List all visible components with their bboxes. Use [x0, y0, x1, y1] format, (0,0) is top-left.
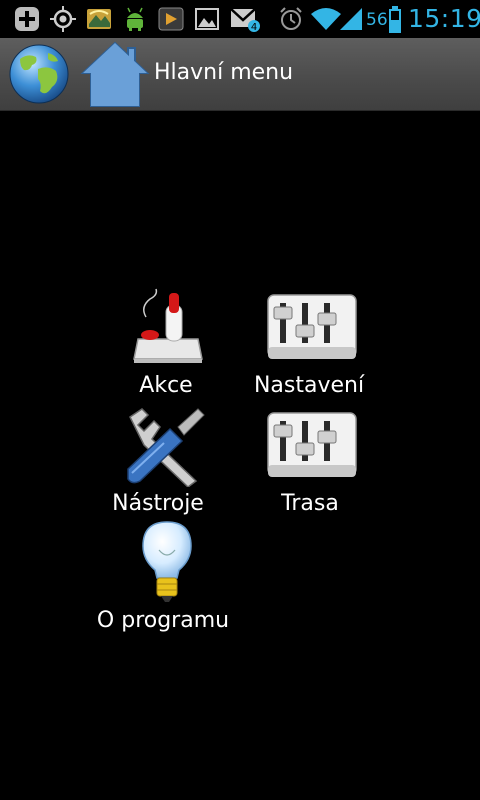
add-icon [14, 6, 40, 32]
gmail-badge: 4 [251, 22, 257, 33]
menu-label: O programu [96, 608, 230, 633]
menu-item-o-programu[interactable]: O programu [95, 518, 235, 638]
menu-item-nastaveni[interactable]: Nastavení [252, 285, 367, 400]
alarm-icon [278, 6, 304, 32]
mixer-icon [266, 409, 358, 485]
globe-icon[interactable] [8, 43, 70, 105]
app-icon [86, 6, 112, 32]
joystick-icon [128, 287, 208, 371]
home-icon[interactable] [80, 40, 150, 108]
gps-icon [50, 6, 76, 32]
mixer-icon [266, 291, 358, 367]
android-icon [122, 6, 148, 32]
menu-item-akce[interactable]: Akce [110, 285, 225, 400]
battery-percent: 56 [366, 10, 388, 30]
menu-item-trasa[interactable]: Trasa [252, 405, 367, 516]
menu-label: Akce [139, 373, 193, 398]
menu-label: Nastavení [253, 373, 365, 398]
signal-icon [338, 6, 364, 32]
menu-item-nastroje[interactable]: Nástroje [110, 405, 225, 516]
battery-icon [388, 6, 402, 33]
tools-icon [124, 407, 208, 491]
status-bar: 4 56 15:19 [0, 0, 480, 38]
gallery-icon [194, 6, 220, 32]
menu-label: Trasa [281, 491, 339, 516]
menu-label: Nástroje [112, 491, 204, 516]
lightbulb-icon [139, 520, 195, 608]
page-title: Hlavní menu [154, 60, 294, 85]
gmail-icon: 4 [230, 6, 260, 33]
action-bar: Hlavní menu [0, 38, 480, 111]
clock: 15:19 [408, 4, 480, 33]
media-icon [158, 6, 184, 32]
